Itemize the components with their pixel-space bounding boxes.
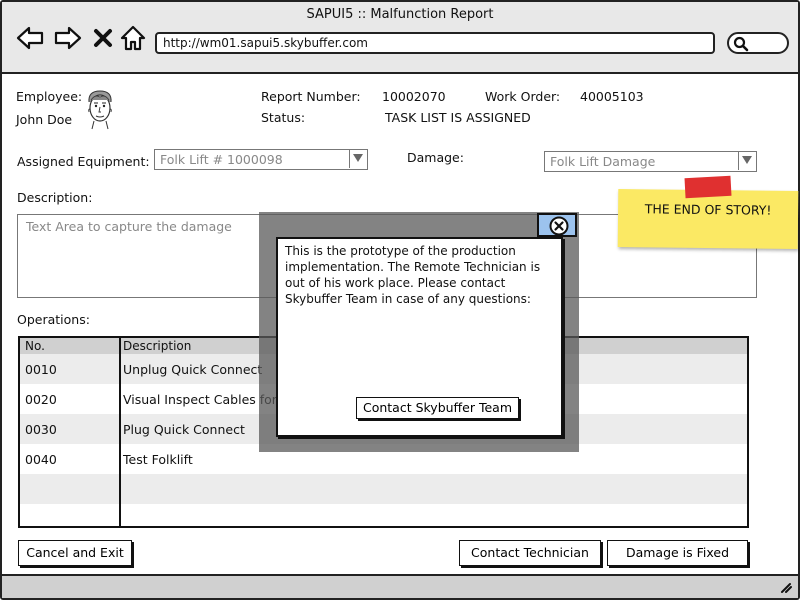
row-description: Visual Inspect Cables for: [123, 392, 277, 407]
status-label: Status:: [261, 110, 306, 125]
back-arrow-icon[interactable]: [16, 24, 44, 52]
column-header-no[interactable]: No.: [25, 339, 45, 353]
work-order-value: 40005103: [580, 89, 644, 104]
assigned-equipment-label: Assigned Equipment:: [17, 154, 150, 169]
contact-technician-button[interactable]: Contact Technician: [459, 540, 601, 566]
employee-name: John Doe: [16, 112, 73, 127]
chevron-down-icon[interactable]: [738, 152, 756, 170]
home-icon[interactable]: [119, 24, 147, 52]
report-number-label: Report Number:: [261, 89, 361, 104]
browser-toolbar: SAPUI5 :: Malfunction Report http://wm01…: [2, 2, 798, 74]
status-bar: [2, 574, 798, 598]
table-row[interactable]: [20, 474, 747, 504]
damage-is-fixed-button[interactable]: Damage is Fixed: [607, 540, 748, 566]
damage-label: Damage:: [407, 150, 464, 165]
status-value: TASK LIST IS ASSIGNED: [385, 110, 531, 125]
forward-arrow-icon[interactable]: [54, 24, 82, 52]
assigned-equipment-select[interactable]: Folk Lift # 1000098: [154, 149, 368, 170]
row-no: 0010: [25, 362, 57, 377]
employee-label: Employee:: [16, 89, 83, 104]
operations-label: Operations:: [17, 312, 90, 327]
contact-skybuffer-team-button[interactable]: Contact Skybuffer Team: [356, 397, 519, 419]
description-label: Description:: [17, 190, 93, 205]
chevron-down-icon[interactable]: [349, 150, 367, 168]
url-input[interactable]: http://wm01.sapui5.skybuffer.com: [155, 32, 715, 54]
sticky-note: THE END OF STORY!: [617, 189, 799, 249]
modal-dialog: This is the prototype of the production …: [276, 237, 563, 437]
person-face-icon: [82, 88, 118, 130]
resize-grip-icon[interactable]: [778, 581, 792, 593]
window-title: SAPUI5 :: Malfunction Report: [306, 7, 494, 22]
row-description: Unplug Quick Connect: [123, 362, 263, 377]
column-divider: [119, 338, 121, 526]
row-description: Plug Quick Connect: [123, 422, 245, 437]
row-no: 0030: [25, 422, 57, 437]
row-description: Test Folklift: [123, 452, 193, 467]
close-x-icon[interactable]: [92, 24, 114, 52]
row-no: 0040: [25, 452, 57, 467]
report-number-value: 10002070: [382, 89, 446, 104]
work-order-label: Work Order:: [485, 89, 561, 104]
search-input[interactable]: [727, 32, 789, 54]
modal-close-button[interactable]: [537, 213, 577, 237]
sticky-tape: [684, 175, 732, 199]
modal-message: This is the prototype of the production …: [285, 244, 541, 306]
cancel-and-exit-button[interactable]: Cancel and Exit: [18, 540, 132, 566]
row-no: 0020: [25, 392, 57, 407]
assigned-equipment-value: Folk Lift # 1000098: [160, 152, 283, 167]
sticky-note-text: THE END OF STORY!: [644, 201, 772, 218]
column-header-description[interactable]: Description: [123, 339, 191, 353]
damage-select[interactable]: Folk Lift Damage: [544, 151, 757, 172]
close-icon: [549, 216, 569, 236]
damage-value: Folk Lift Damage: [550, 154, 656, 169]
search-icon: [733, 36, 749, 52]
